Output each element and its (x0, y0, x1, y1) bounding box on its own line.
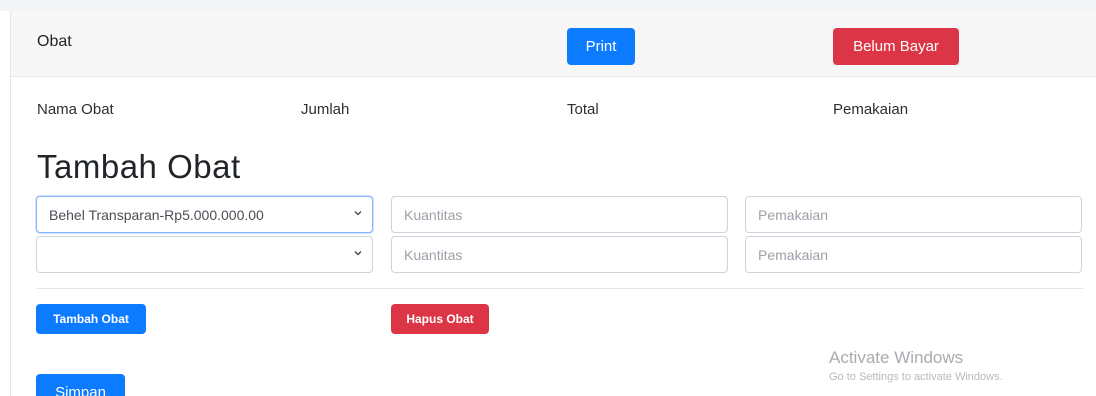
quantity-input[interactable]: Kuantitas (391, 196, 728, 233)
page: Obat Print Belum Bayar Nama Obat Jumlah … (0, 0, 1096, 396)
chevron-down-icon (354, 210, 362, 216)
medicine-select[interactable]: Behel Transparan-Rp5.000.000.00 (36, 196, 373, 233)
column-label-nama-obat: Nama Obat (37, 101, 114, 118)
card-title: Obat (37, 33, 72, 50)
medicine-select[interactable] (36, 236, 373, 273)
payment-status-button[interactable]: Belum Bayar (833, 28, 959, 65)
top-strip (0, 0, 1096, 11)
medicine-select-value: Behel Transparan-Rp5.000.000.00 (49, 206, 264, 223)
column-label-pemakaian: Pemakaian (833, 101, 909, 118)
usage-input[interactable]: Pemakaian (745, 196, 1082, 233)
windows-activation-subtitle: Go to Settings to activate Windows. (829, 371, 1003, 383)
windows-activation-title: Activate Windows (829, 348, 964, 367)
column-label-total: Total (567, 101, 599, 118)
remove-medicine-button[interactable]: Hapus Obat (391, 304, 489, 334)
quantity-input[interactable]: Kuantitas (391, 236, 728, 273)
save-button[interactable]: Simpan (36, 374, 125, 396)
form-divider (37, 288, 1083, 289)
chevron-down-icon (354, 250, 362, 256)
add-medicine-heading: Tambah Obat (37, 148, 241, 185)
print-button[interactable]: Print (567, 28, 635, 65)
column-label-jumlah: Jumlah (301, 101, 350, 118)
add-medicine-button[interactable]: Tambah Obat (36, 304, 146, 334)
usage-input[interactable]: Pemakaian (745, 236, 1082, 273)
